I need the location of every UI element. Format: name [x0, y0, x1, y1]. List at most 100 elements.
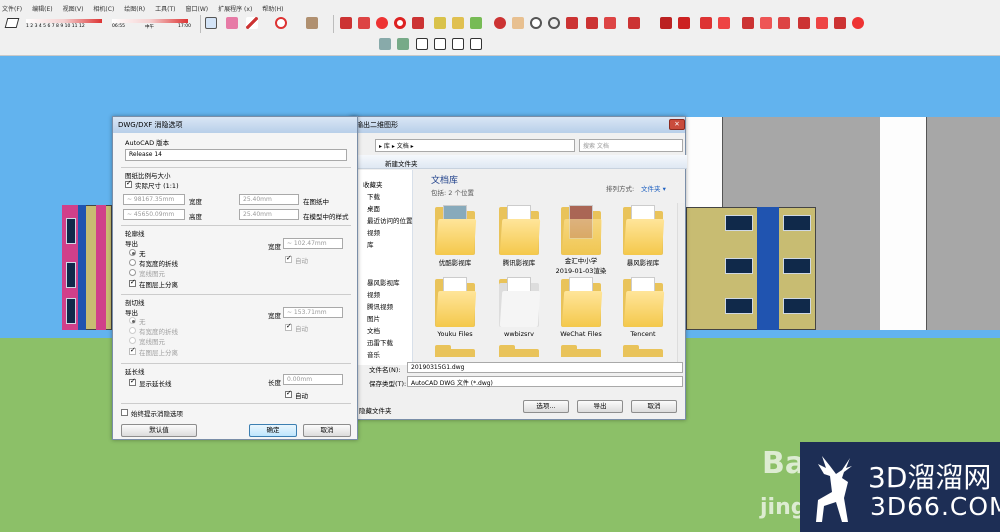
folder-icon[interactable]: [623, 343, 663, 357]
shadow-icon[interactable]: [4, 18, 20, 28]
section-icon[interactable]: [852, 17, 864, 29]
folder-icon[interactable]: [623, 205, 665, 255]
nav-tencent-video[interactable]: 腾讯视频: [367, 301, 393, 311]
profile-layer-checkbox[interactable]: [129, 278, 136, 287]
menu-tools[interactable]: 工具(T): [155, 4, 175, 13]
nav-pictures[interactable]: 图片: [367, 313, 380, 323]
menu-edit[interactable]: 编辑(E): [32, 4, 52, 13]
shape-icon[interactable]: [306, 17, 318, 29]
section-wide-radio[interactable]: [129, 337, 136, 344]
export-button[interactable]: 导出: [577, 400, 623, 413]
profile-auto-checkbox[interactable]: [285, 254, 292, 263]
scrollbar[interactable]: [677, 203, 685, 363]
extension-icon[interactable]: [628, 17, 640, 29]
zoom-icon[interactable]: [530, 17, 542, 29]
folder-icon[interactable]: [623, 277, 665, 327]
zoom-extents-icon[interactable]: [566, 17, 578, 29]
options-button[interactable]: 选项...: [523, 400, 569, 413]
time-slider[interactable]: [112, 19, 188, 23]
solid-subtract-icon[interactable]: [718, 17, 730, 29]
ext-auto-checkbox[interactable]: [285, 389, 292, 398]
orbit-icon[interactable]: [494, 17, 506, 29]
cube-icon[interactable]: [678, 17, 690, 29]
new-folder-button[interactable]: 新建文件夹: [385, 158, 418, 168]
menu-draw[interactable]: 绘图(R): [124, 4, 145, 13]
folder-icon[interactable]: [499, 343, 539, 357]
filetype-select[interactable]: AutoCAD DWG 文件 (*.dwg): [407, 376, 683, 387]
sandbox-icon[interactable]: [660, 17, 672, 29]
components-icon[interactable]: [604, 17, 616, 29]
house-side-icon[interactable]: [452, 38, 464, 50]
cancel-button[interactable]: 取消: [631, 400, 677, 413]
profile-wide-radio[interactable]: [129, 269, 136, 276]
menu-extensions[interactable]: 扩展程序 (x): [218, 4, 252, 13]
default-button[interactable]: 默认值: [121, 424, 197, 437]
width-model-input[interactable]: ~ 98167.35mm: [123, 194, 185, 205]
scale-icon[interactable]: [412, 17, 424, 29]
section-width-input[interactable]: ~ 153.71mm: [283, 307, 343, 318]
solid-union-icon[interactable]: [700, 17, 712, 29]
folder-icon[interactable]: [435, 205, 477, 255]
address-bar[interactable]: ▸ 库 ▸ 文档 ▸: [375, 139, 575, 152]
nav-libraries[interactable]: 库: [367, 239, 374, 249]
outer-shell-icon[interactable]: [798, 17, 810, 29]
dwg-cancel-button[interactable]: 取消: [303, 424, 351, 437]
styles-icon[interactable]: [379, 38, 391, 50]
nav-xunlei[interactable]: 迅雷下载: [367, 337, 393, 347]
folder-icon[interactable]: [435, 277, 477, 327]
section-none-radio[interactable]: [129, 317, 136, 324]
move-icon[interactable]: [358, 17, 370, 29]
nav-desktop[interactable]: 桌面: [367, 203, 380, 213]
height-paper-input[interactable]: 25.40mm: [239, 209, 299, 220]
width-paper-input[interactable]: 25.40mm: [239, 194, 299, 205]
solid-trim-icon[interactable]: [742, 17, 754, 29]
menu-help[interactable]: 帮助(H): [262, 4, 283, 13]
nav-videos[interactable]: 视频: [367, 227, 380, 237]
filename-input[interactable]: 20190315G1.dwg: [407, 362, 683, 373]
profile-width-input[interactable]: ~ 102.47mm: [283, 238, 343, 249]
search-input[interactable]: 搜索 文档: [579, 139, 683, 152]
folder-icon[interactable]: [499, 277, 541, 327]
eraser-icon[interactable]: [226, 17, 238, 29]
folder-icon[interactable]: [561, 277, 603, 327]
menu-view[interactable]: 视图(V): [63, 4, 84, 13]
arc-icon[interactable]: [275, 17, 287, 29]
warehouse-icon[interactable]: [586, 17, 598, 29]
rotate-icon[interactable]: [394, 17, 406, 29]
move-cross-icon[interactable]: [376, 17, 388, 29]
profile-polyline-radio[interactable]: [129, 259, 136, 266]
version-select[interactable]: Release 14: [125, 149, 347, 161]
folder-icon[interactable]: [561, 205, 603, 255]
sort-select[interactable]: 文件夹 ▾: [641, 183, 666, 193]
nav-baofeng[interactable]: 暴风影视库: [367, 277, 400, 287]
offset-icon[interactable]: [834, 17, 846, 29]
pencil-icon[interactable]: [246, 17, 258, 29]
solid-split-icon[interactable]: [760, 17, 772, 29]
pushpull-icon[interactable]: [340, 17, 352, 29]
show-ext-checkbox[interactable]: [129, 377, 136, 386]
length-input[interactable]: 0.00mm: [283, 374, 343, 385]
tape-icon[interactable]: [434, 17, 446, 29]
section-layer-checkbox[interactable]: [129, 346, 136, 355]
solid-intersect-icon[interactable]: [778, 17, 790, 29]
section-auto-checkbox[interactable]: [285, 322, 292, 331]
menu-camera[interactable]: 相机(C): [93, 4, 114, 13]
house-back-icon[interactable]: [470, 38, 482, 50]
actual-size-checkbox[interactable]: [125, 179, 132, 188]
nav-video[interactable]: 视频: [367, 289, 380, 299]
follow-me-icon[interactable]: [816, 17, 828, 29]
height-model-input[interactable]: ~ 45650.09mm: [123, 209, 185, 220]
nav-music[interactable]: 音乐: [367, 349, 380, 359]
folder-icon[interactable]: [561, 343, 601, 357]
pan-icon[interactable]: [512, 17, 524, 29]
house-front-icon[interactable]: [434, 38, 446, 50]
menu-window[interactable]: 窗口(W): [186, 4, 209, 13]
menu-file[interactable]: 文件(F): [2, 4, 22, 13]
folder-icon[interactable]: [435, 343, 475, 357]
always-prompt-checkbox[interactable]: [121, 409, 128, 416]
layers-icon[interactable]: [397, 38, 409, 50]
nav-downloads[interactable]: 下载: [367, 191, 380, 201]
month-slider[interactable]: [26, 19, 102, 23]
zoom-window-icon[interactable]: [548, 17, 560, 29]
nav-favorites[interactable]: 收藏夹: [363, 179, 383, 189]
